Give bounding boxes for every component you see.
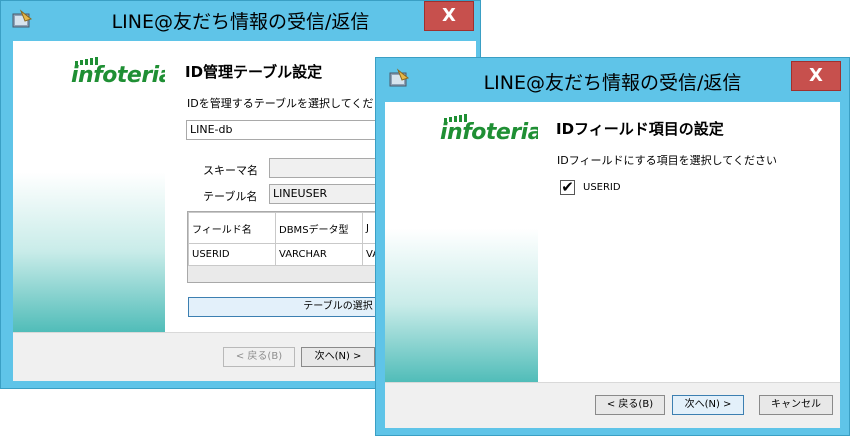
grid-header-dbms-type[interactable]: DBMSデータ型 [275,212,363,244]
back-window-next-button[interactable]: 次へ(N) > [301,347,375,367]
front-window: LINE@友だち情報の受信/返信 X infoteria IDフィールド項目の設… [375,57,850,436]
front-page-heading: IDフィールド項目の設定 [556,120,724,138]
back-window-back-button[interactable]: < 戻る(B) [223,347,295,367]
front-instruction-text: IDフィールドにする項目を選択してください [557,154,777,167]
userid-checkbox-label[interactable]: USERID [583,182,621,193]
cancel-button[interactable]: キャンセル [759,395,833,415]
back-window-title: LINE@友だち情報の受信/返信 [111,11,370,33]
grid-cell: USERID [188,243,276,266]
back-infoteria-logo: infoteria [71,57,174,88]
front-wizard-side-panel: infoteria [385,102,543,383]
back-window-close-button[interactable]: X [424,1,474,31]
front-window-titlebar[interactable]: LINE@友だち情報の受信/返信 X [376,58,849,98]
grid-cell: VARCHAR [275,243,363,266]
back-wizard-side-panel: infoteria [13,41,174,333]
front-window-title: LINE@友だち情報の受信/返信 [483,72,742,94]
table-label: テーブル名 [203,190,258,203]
schema-label: スキーマ名 [203,164,258,177]
back-window-titlebar[interactable]: LINE@友だち情報の受信/返信 X [1,1,480,41]
front-content-area: IDフィールド項目の設定 IDフィールドにする項目を選択してください ✔ USE… [538,102,840,383]
front-window-close-button[interactable]: X [791,61,841,91]
back-logo-text: infoteria [71,63,174,88]
front-button-bar: < 戻る(B) 次へ(N) > キャンセル [385,382,840,428]
logo-signal-icon [75,57,98,65]
grid-header-field-name[interactable]: フィールド名 [188,212,276,244]
front-logo-text: infoteria [440,120,543,145]
front-window-next-button[interactable]: 次へ(N) > [672,395,744,415]
logo-signal-icon [444,114,467,122]
front-window-client: infoteria IDフィールド項目の設定 IDフィールドにする項目を選択して… [385,102,840,428]
front-window-back-button[interactable]: < 戻る(B) [595,395,665,415]
userid-checkbox[interactable]: ✔ [560,180,575,195]
back-page-heading: ID管理テーブル設定 [185,63,323,81]
front-infoteria-logo: infoteria [440,114,543,145]
back-instruction-text: IDを管理するテーブルを選択してくだ [187,97,374,110]
